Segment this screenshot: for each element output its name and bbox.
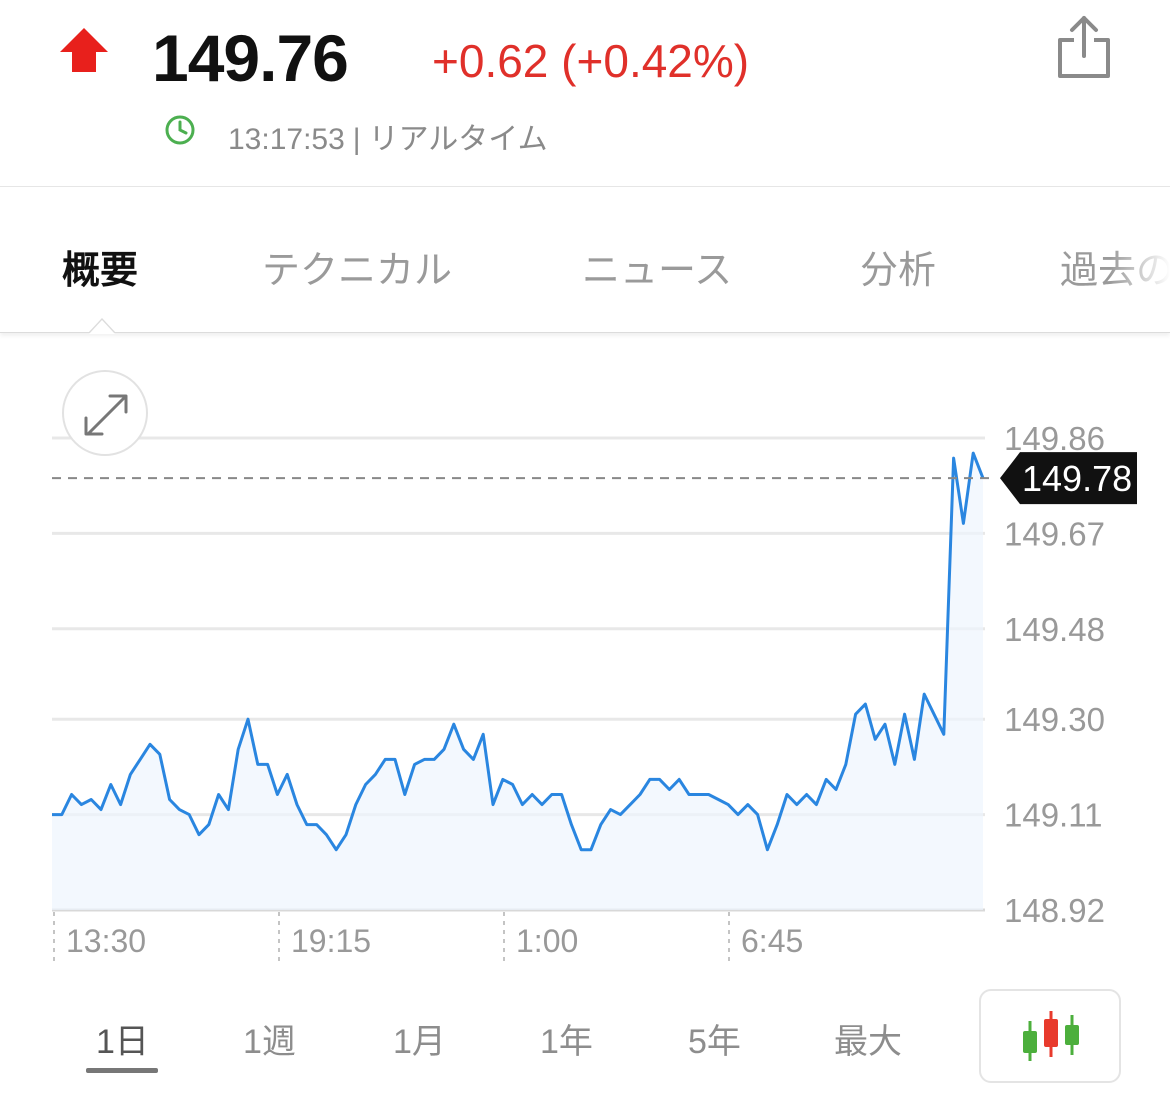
range-tab-1y[interactable]: 1年 (540, 1014, 593, 1063)
x-tick-label: 1:00 (516, 923, 578, 959)
y-tick-label: 149.30 (1004, 701, 1105, 738)
y-tick-label: 149.86 (1004, 420, 1105, 457)
y-tick-label: 149.48 (1004, 611, 1105, 648)
current-price-label: 149.78 (1022, 458, 1132, 499)
candlestick-icon (1023, 1011, 1079, 1061)
x-tick-label: 19:15 (291, 923, 371, 959)
range-tab-1w[interactable]: 1週 (243, 1014, 296, 1063)
chart-type-button[interactable] (979, 989, 1121, 1083)
range-tab-1d[interactable]: 1日 (96, 1014, 149, 1063)
price-chart[interactable]: 149.86 149.67 149.48 149.30 149.11 148.92 13:3… (0, 0, 1170, 1000)
range-tab-5y[interactable]: 5年 (688, 1014, 741, 1063)
range-active-underline (86, 1068, 158, 1073)
expand-icon (84, 394, 128, 436)
y-tick-label: 148.92 (1004, 892, 1105, 929)
expand-chart-button[interactable] (62, 370, 148, 456)
series-area (52, 453, 983, 910)
y-tick-label: 149.67 (1004, 515, 1105, 552)
x-tick-label: 6:45 (741, 923, 803, 959)
range-tab-1m[interactable]: 1月 (393, 1014, 446, 1063)
range-tab-max[interactable]: 最大 (834, 1014, 902, 1063)
y-tick-label: 149.11 (1004, 797, 1102, 834)
x-tick-label: 13:30 (66, 923, 146, 959)
